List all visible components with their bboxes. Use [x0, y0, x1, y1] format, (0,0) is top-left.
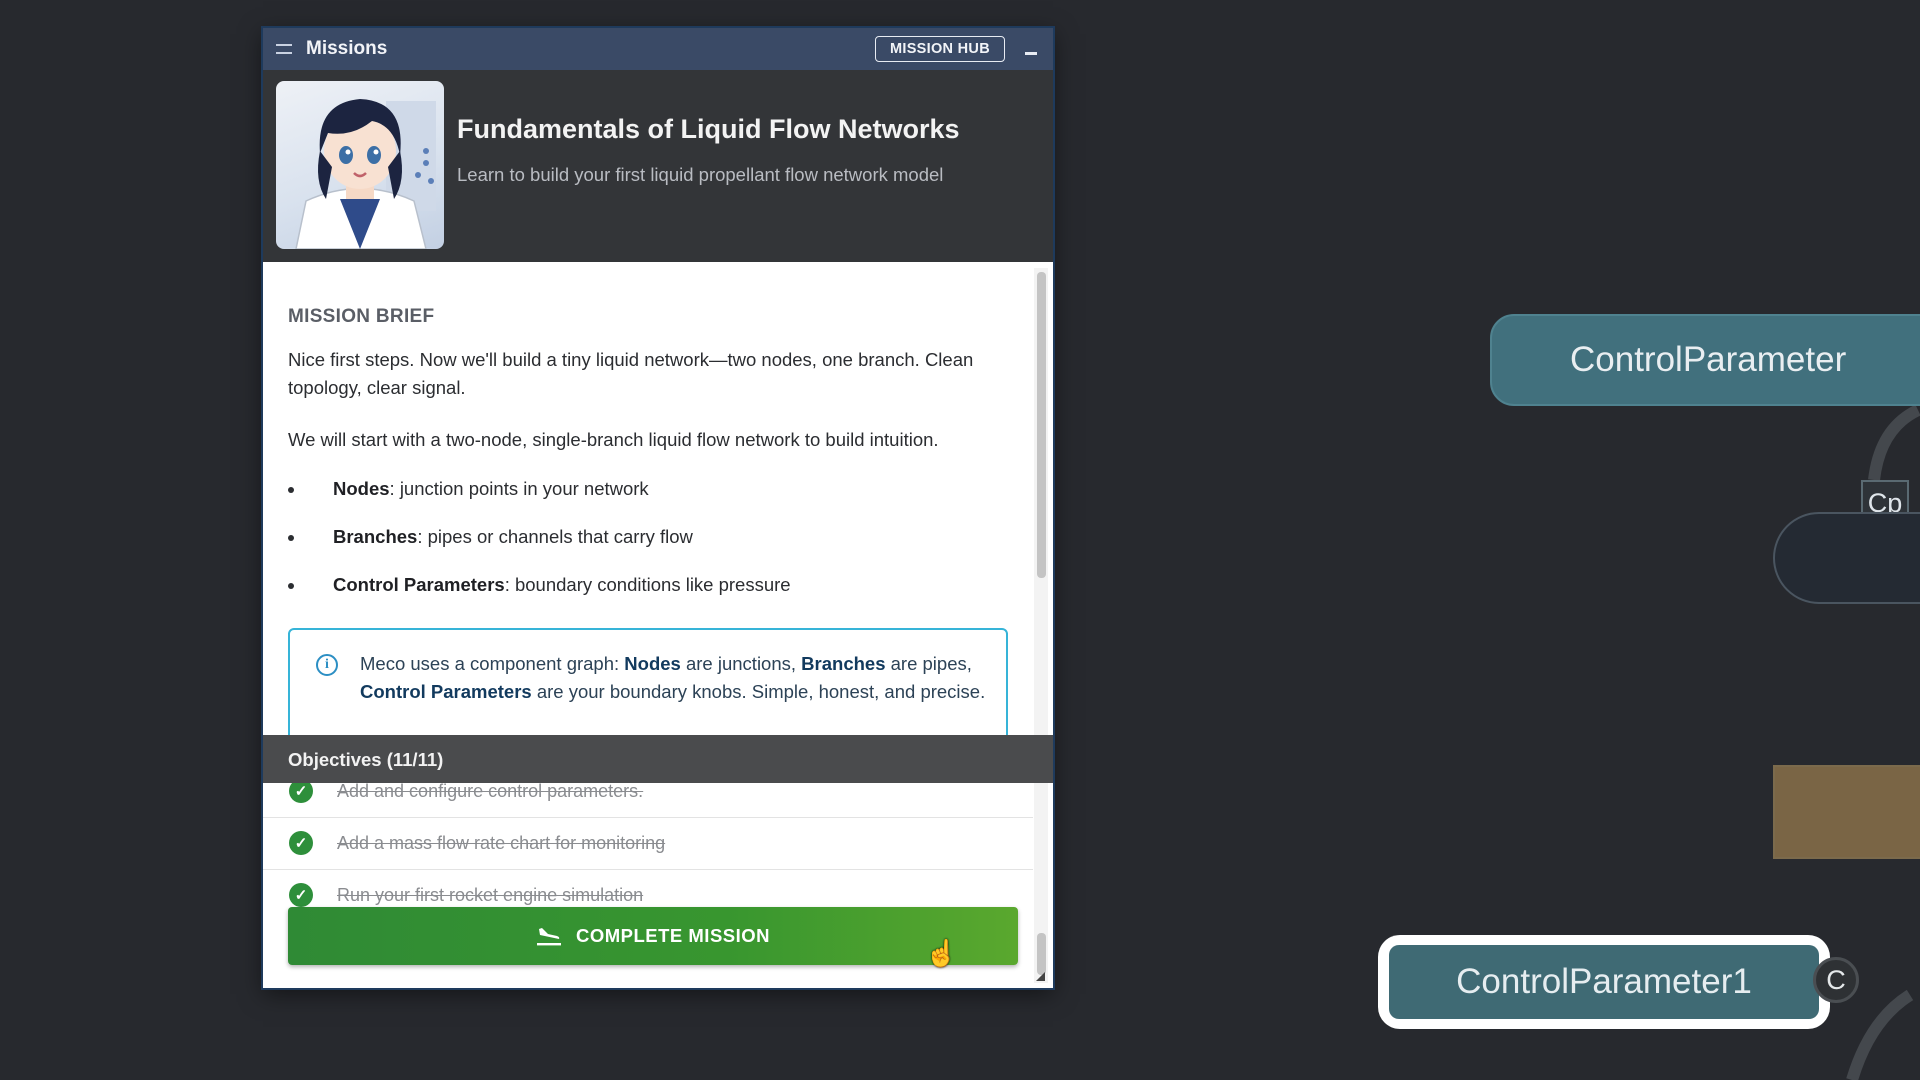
- node-branch[interactable]: [1773, 765, 1920, 859]
- objectives-list[interactable]: ✓ Add and configure control parameters. …: [263, 783, 1033, 919]
- bullet-term: Nodes: [333, 478, 390, 499]
- objectives-title: Objectives (11/11): [288, 749, 444, 770]
- info-icon: i: [316, 654, 338, 676]
- complete-mission-label: COMPLETE MISSION: [575, 925, 771, 946]
- panel-titlebar[interactable]: Missions MISSION HUB: [263, 28, 1053, 70]
- objective-text: Add a mass flow rate chart for monitorin…: [337, 833, 666, 853]
- mission-guide-avatar: [276, 81, 444, 249]
- objectives-header[interactable]: Objectives (11/11): [263, 735, 1053, 783]
- bullet-desc: : junction points in your network: [389, 478, 649, 499]
- scrollbar-thumb[interactable]: [1037, 272, 1046, 578]
- mission-brief[interactable]: MISSION BRIEF Nice first steps. Now we'l…: [263, 262, 1033, 735]
- brief-paragraph: Nice first steps. Now we'll build a tiny…: [288, 349, 974, 398]
- objective-text: Run your first rocket engine simulation: [337, 885, 644, 905]
- missions-panel: Missions MISSION HUB Fundamentals of Liq…: [263, 28, 1053, 988]
- list-item: ✓ Add a mass flow rate chart for monitor…: [263, 817, 1033, 870]
- minimize-icon[interactable]: [1025, 52, 1037, 55]
- objective-text: Add and configure control parameters.: [337, 783, 644, 801]
- mission-title: Fundamentals of Liquid Flow Networks: [457, 114, 960, 144]
- info-text: Meco uses a component graph: Nodes are j…: [360, 653, 986, 702]
- complete-mission-button[interactable]: COMPLETE MISSION: [288, 907, 1018, 965]
- c-port-badge[interactable]: C: [1813, 957, 1859, 1003]
- resize-handle-icon[interactable]: [1036, 972, 1045, 981]
- brief-paragraph: We will start with a two-node, single-br…: [288, 429, 939, 450]
- bullet-icon: [288, 583, 294, 589]
- bullet-term: Branches: [333, 526, 418, 547]
- mission-hub-button[interactable]: MISSION HUB: [875, 36, 1005, 62]
- scrollbar-thumb[interactable]: [1037, 933, 1046, 975]
- hand-pointer-icon: ☝: [925, 938, 958, 968]
- bullet-icon: [288, 487, 294, 493]
- bullet-term: Control Parameters: [333, 574, 505, 595]
- check-icon: ✓: [289, 783, 313, 803]
- mission-header: Fundamentals of Liquid Flow Networks Lea…: [263, 70, 1053, 262]
- node-control-parameter1[interactable]: ControlParameter1: [1389, 945, 1819, 1019]
- node-dark[interactable]: [1773, 512, 1920, 604]
- node-label: ControlParameter1: [1456, 962, 1752, 1001]
- bullet-icon: [288, 535, 294, 541]
- panel-title: Missions: [306, 38, 388, 59]
- connection-wire: [1846, 990, 1914, 1080]
- bullet-desc: : pipes or channels that carry flow: [417, 526, 693, 547]
- menu-icon[interactable]: [276, 44, 292, 54]
- brief-scrollbar[interactable]: [1034, 268, 1048, 738]
- brief-label: MISSION BRIEF: [288, 306, 435, 327]
- check-icon: ✓: [289, 831, 313, 855]
- node-control-parameter[interactable]: ControlParameter: [1490, 314, 1920, 406]
- objectives-scrollbar[interactable]: [1034, 783, 1048, 983]
- check-icon: ✓: [289, 883, 313, 907]
- airplane-landing-icon: [536, 928, 561, 946]
- bullet-desc: : boundary conditions like pressure: [504, 574, 791, 595]
- connection-wire: [1868, 404, 1920, 481]
- info-callout: i Meco uses a component graph: Nodes are…: [288, 628, 1008, 735]
- node-label: ControlParameter: [1570, 340, 1847, 379]
- mission-subtitle: Learn to build your first liquid propell…: [457, 164, 944, 185]
- list-item: ✓ Add and configure control parameters.: [263, 783, 1033, 818]
